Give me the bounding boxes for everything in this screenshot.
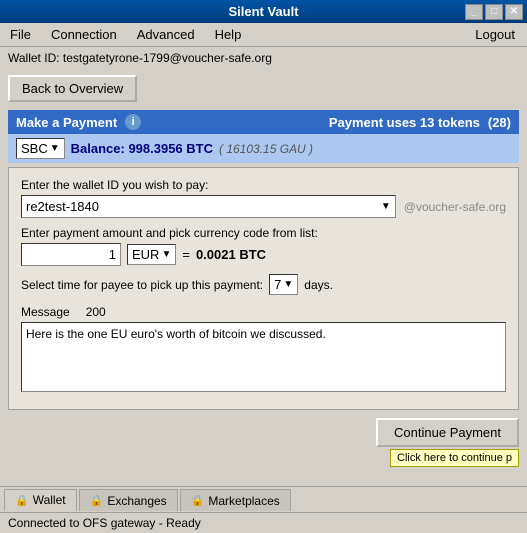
form-area: Enter the wallet ID you wish to pay: ▼ @… [8, 167, 519, 410]
time-row: Select time for payee to pick up this pa… [21, 274, 506, 295]
amount-input[interactable] [21, 243, 121, 266]
days-select[interactable]: 7 ▼ [269, 274, 298, 295]
status-text: Connected to OFS gateway - Ready [8, 516, 201, 530]
menu-advanced[interactable]: Advanced [131, 25, 201, 44]
back-to-overview-button[interactable]: Back to Overview [8, 75, 137, 102]
currency-code-arrow: ▼ [161, 249, 171, 260]
minimize-button[interactable]: _ [465, 4, 483, 20]
message-count: 200 [86, 305, 106, 319]
wallet-input-row: ▼ @voucher-safe.org [21, 195, 506, 218]
menu-help[interactable]: Help [209, 25, 248, 44]
tabbar: 🔒 Wallet 🔒 Exchanges 🔒 Marketplaces [0, 486, 527, 511]
make-payment-title: Make a Payment [16, 115, 117, 130]
statusbar: Connected to OFS gateway - Ready [0, 512, 527, 533]
time-label: Select time for payee to pick up this pa… [21, 278, 263, 292]
tooltip: Click here to continue p [390, 449, 519, 467]
tokens-text: Payment uses 13 tokens [329, 115, 480, 130]
menu-file[interactable]: File [4, 25, 37, 44]
tab-exchanges[interactable]: 🔒 Exchanges [79, 489, 178, 511]
amount-input-label: Enter payment amount and pick currency c… [21, 226, 506, 240]
tab-marketplaces[interactable]: 🔒 Marketplaces [180, 489, 291, 511]
menubar: File Connection Advanced Help Logout [0, 23, 527, 47]
continue-button-area: Continue Payment Click here to continue … [8, 418, 519, 447]
exchanges-tab-label: Exchanges [107, 494, 166, 508]
wallet-id-label: Wallet ID: testgatetyrone-1799@voucher-s… [8, 51, 272, 65]
titlebar-controls: _ □ ✕ [465, 4, 523, 20]
close-button[interactable]: ✕ [505, 4, 523, 20]
wallet-id-bar: Wallet ID: testgatetyrone-1799@voucher-s… [0, 47, 527, 69]
wallet-suffix: @voucher-safe.org [404, 200, 506, 214]
amount-row: EUR ▼ = 0.0021 BTC [21, 243, 506, 266]
maximize-button[interactable]: □ [485, 4, 503, 20]
message-area: Message 200 Here is the one EU euro's wo… [21, 305, 506, 395]
btc-equiv: 0.0021 BTC [196, 247, 266, 262]
currency-value: SBC [21, 141, 48, 156]
wallet-id-input-wrapper: ▼ [21, 195, 396, 218]
wallet-tab-label: Wallet [33, 493, 66, 507]
exchanges-tab-icon: 🔒 [90, 494, 104, 507]
balance-text: Balance: 998.3956 BTC [71, 141, 213, 156]
titlebar: Silent Vault _ □ ✕ [0, 0, 527, 23]
message-header: Message 200 [21, 305, 506, 319]
menu-connection[interactable]: Connection [45, 25, 123, 44]
tokens-count: (28) [488, 115, 511, 130]
wallet-dropdown-arrow[interactable]: ▼ [381, 201, 391, 212]
continue-payment-button[interactable]: Continue Payment [376, 418, 519, 447]
wallet-tab-icon: 🔒 [15, 494, 29, 507]
message-label: Message [21, 305, 70, 319]
days-label: days. [304, 278, 333, 292]
currency-select[interactable]: SBC ▼ [16, 138, 65, 159]
marketplaces-tab-icon: 🔒 [191, 494, 205, 507]
titlebar-title: Silent Vault [228, 4, 298, 19]
marketplaces-tab-label: Marketplaces [208, 494, 279, 508]
currency-row: SBC ▼ Balance: 998.3956 BTC ( 16103.15 G… [8, 134, 519, 163]
tab-wallet[interactable]: 🔒 Wallet [4, 489, 77, 511]
gau-text: ( 16103.15 GAU ) [219, 142, 313, 156]
info-icon[interactable]: i [125, 114, 141, 130]
days-arrow: ▼ [283, 279, 293, 290]
wallet-id-input[interactable] [26, 199, 381, 214]
payment-header: Make a Payment i Payment uses 13 tokens … [8, 110, 519, 134]
message-textarea[interactable]: Here is the one EU euro's worth of bitco… [21, 322, 506, 392]
days-value: 7 [274, 277, 281, 292]
equals-sign: = [182, 247, 190, 262]
currency-code-value: EUR [132, 247, 159, 262]
logout-button[interactable]: Logout [467, 25, 523, 44]
main-content: Back to Overview Make a Payment i Paymen… [0, 69, 527, 453]
currency-code-select[interactable]: EUR ▼ [127, 244, 176, 265]
currency-dropdown-arrow: ▼ [50, 143, 60, 154]
wallet-input-label: Enter the wallet ID you wish to pay: [21, 178, 506, 192]
